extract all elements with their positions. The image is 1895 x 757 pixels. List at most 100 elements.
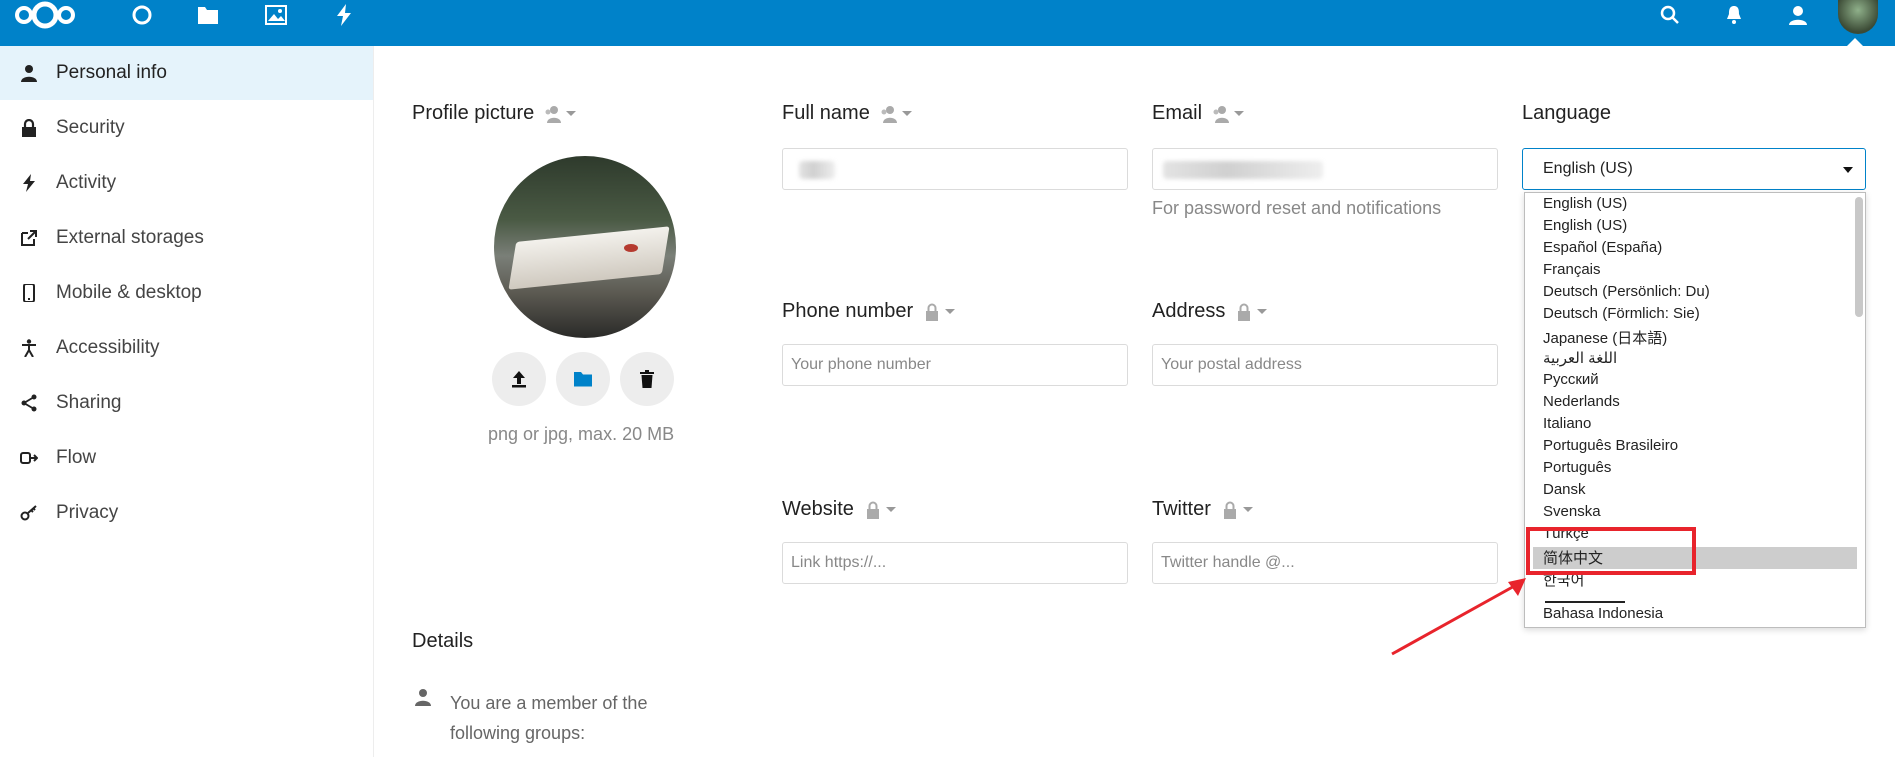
language-option[interactable]: Français	[1543, 261, 1601, 283]
visibility-scope-icon[interactable]	[544, 105, 577, 123]
full-name-label-row: Full name	[782, 102, 912, 125]
language-select[interactable]: English (US)	[1522, 148, 1866, 190]
dropdown-scrollbar[interactable]	[1855, 197, 1863, 317]
language-option[interactable]: Japanese (日本語)	[1543, 327, 1667, 349]
sidebar-item-label: Sharing	[56, 392, 122, 413]
sidebar-item-privacy[interactable]: Privacy	[0, 486, 373, 540]
key-icon	[16, 504, 42, 522]
language-option[interactable]: Bahasa Indonesia	[1543, 605, 1663, 627]
choose-from-files-button[interactable]	[556, 352, 610, 406]
sidebar-item-label: Security	[56, 117, 125, 138]
full-name-input[interactable]	[782, 148, 1128, 190]
bolt-icon	[16, 174, 42, 192]
search-icon[interactable]	[1658, 0, 1682, 30]
sidebar-item-external-storages[interactable]: External storages	[0, 211, 373, 265]
language-option[interactable]: Svenska	[1543, 503, 1601, 525]
flow-icon	[16, 449, 42, 467]
profile-picture-title: Profile picture	[412, 102, 535, 124]
external-link-icon	[16, 229, 42, 247]
sidebar-item-activity[interactable]: Activity	[0, 156, 373, 210]
sidebar-item-label: Activity	[56, 172, 117, 193]
sidebar-item-label: Accessibility	[56, 337, 160, 358]
language-option[interactable]: Español (España)	[1543, 239, 1662, 261]
sidebar-item-accessibility[interactable]: Accessibility	[0, 321, 373, 375]
lock-scope-icon[interactable]	[1235, 303, 1268, 321]
annotation-arrow-icon	[1391, 578, 1526, 656]
remove-picture-button[interactable]	[620, 352, 674, 406]
annotation-highlight-box	[1526, 527, 1696, 575]
language-option[interactable]: Português Brasileiro	[1543, 437, 1678, 459]
option-separator	[1545, 601, 1625, 603]
sidebar-item-personal-info[interactable]: Personal info	[0, 46, 373, 100]
language-selected-value: English (US)	[1543, 160, 1633, 177]
language-option[interactable]: English (US)	[1543, 195, 1627, 217]
phone-input[interactable]: Your phone number	[782, 344, 1128, 386]
twitter-label-row: Twitter	[1152, 498, 1253, 521]
profile-picture-section-title: Profile picture	[412, 102, 577, 125]
upload-icon	[512, 371, 526, 388]
photos-icon[interactable]	[264, 0, 288, 30]
language-option[interactable]: Deutsch (Persönlich: Du)	[1543, 283, 1710, 305]
lock-scope-icon[interactable]	[923, 303, 956, 321]
language-label: Language	[1522, 102, 1611, 124]
details-title: Details	[412, 630, 474, 652]
language-option[interactable]: اللغة العربية	[1543, 349, 1617, 371]
redacted-value	[799, 161, 835, 179]
sidebar-item-security[interactable]: Security	[0, 101, 373, 155]
phone-label-row: Phone number	[782, 300, 956, 323]
visibility-scope-icon[interactable]	[880, 105, 912, 123]
groups-membership-text: You are a member of the following groups…	[450, 693, 648, 743]
sidebar-item-sharing[interactable]: Sharing	[0, 376, 373, 430]
lock-scope-icon[interactable]	[864, 501, 896, 519]
website-label: Website	[782, 498, 854, 520]
website-input[interactable]: Link https://...	[782, 542, 1128, 584]
upload-picture-button[interactable]	[492, 352, 546, 406]
accessibility-icon	[16, 339, 42, 357]
lock-scope-icon[interactable]	[1221, 501, 1253, 519]
sidebar-item-mobile-desktop[interactable]: Mobile & desktop	[0, 266, 373, 320]
redacted-value	[1163, 161, 1323, 179]
dashboard-icon[interactable]	[130, 0, 154, 30]
email-label-row: Email	[1152, 102, 1245, 125]
phone-icon	[16, 284, 42, 302]
person-icon	[16, 64, 42, 82]
language-option[interactable]: Italiano	[1543, 415, 1591, 437]
email-label: Email	[1152, 102, 1203, 124]
language-option[interactable]: Deutsch (Förmlich: Sie)	[1543, 305, 1700, 327]
language-option[interactable]: English (US)	[1543, 217, 1627, 239]
language-option[interactable]: Русский	[1543, 371, 1599, 393]
avatar[interactable]	[1838, 0, 1882, 38]
files-icon[interactable]	[196, 0, 220, 30]
chevron-down-icon	[1843, 167, 1853, 173]
twitter-label: Twitter	[1152, 498, 1211, 520]
contacts-icon[interactable]	[1786, 0, 1810, 30]
share-icon	[16, 394, 42, 412]
language-option[interactable]: Português	[1543, 459, 1611, 481]
profile-picture	[494, 156, 676, 338]
language-option[interactable]: Dansk	[1543, 481, 1586, 503]
nextcloud-logo[interactable]	[14, 0, 76, 30]
address-label-row: Address	[1152, 300, 1268, 323]
profile-picture-hint: png or jpg, max. 20 MB	[488, 424, 675, 444]
top-header	[0, 0, 1895, 46]
delete-icon	[640, 370, 654, 388]
address-input[interactable]: Your postal address	[1152, 344, 1498, 386]
folder-icon	[574, 372, 592, 387]
settings-sidebar: Personal info Security Activity External…	[0, 46, 374, 757]
sidebar-item-label: Privacy	[56, 502, 119, 523]
sidebar-item-flow[interactable]: Flow	[0, 431, 373, 485]
notifications-icon[interactable]	[1722, 0, 1746, 30]
email-input[interactable]	[1152, 148, 1498, 190]
lock-icon	[16, 119, 42, 137]
sidebar-item-label: External storages	[56, 227, 204, 248]
phone-label: Phone number	[782, 300, 914, 322]
activity-icon[interactable]	[332, 0, 356, 30]
language-option[interactable]: Nederlands	[1543, 393, 1620, 415]
group-person-icon	[414, 688, 432, 711]
sidebar-item-label: Flow	[56, 447, 97, 468]
full-name-label: Full name	[782, 102, 870, 124]
visibility-scope-icon[interactable]	[1212, 105, 1245, 123]
personal-info-content: Profile picture png or jpg, max. 20 MB F…	[374, 46, 1895, 757]
address-label: Address	[1152, 300, 1226, 322]
website-label-row: Website	[782, 498, 896, 521]
